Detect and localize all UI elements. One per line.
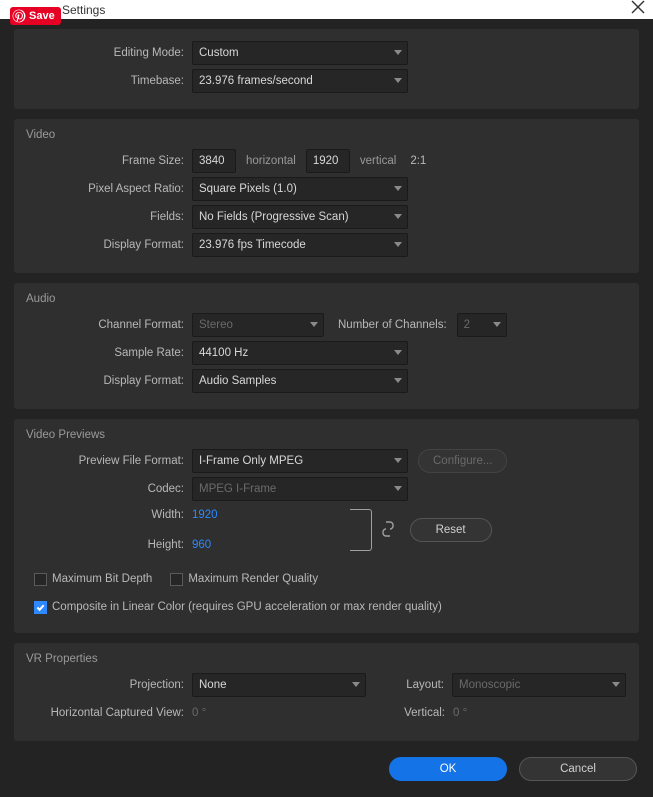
checkbox-icon	[170, 573, 183, 586]
pinterest-save-button[interactable]: Save	[10, 7, 61, 25]
max-render-quality-checkbox[interactable]: Maximum Render Quality	[170, 573, 318, 586]
frame-width-input[interactable]	[192, 149, 236, 173]
num-channels-label: Number of Channels:	[338, 319, 447, 331]
section-general: Editing Mode: Custom Timebase: 23.976 fr…	[14, 29, 639, 109]
settings-dialog: Save Settings Editing Mode: Custom Timeb…	[0, 0, 653, 732]
cancel-button[interactable]: Cancel	[519, 757, 637, 781]
chevron-down-icon	[394, 78, 402, 83]
preview-width-value[interactable]: 1920	[192, 509, 218, 521]
chevron-down-icon	[394, 378, 402, 383]
link-toggle[interactable]	[382, 521, 394, 540]
previews-heading: Video Previews	[14, 429, 639, 441]
editing-mode-label: Editing Mode:	[14, 47, 192, 59]
chevron-down-icon	[394, 214, 402, 219]
editing-mode-select[interactable]: Custom	[192, 41, 408, 65]
chevron-down-icon	[394, 458, 402, 463]
save-label: Save	[29, 10, 55, 22]
chevron-down-icon	[394, 486, 402, 491]
codec-select: MPEG I-Frame	[192, 477, 408, 501]
frame-height-input[interactable]	[306, 149, 350, 173]
chevron-down-icon	[394, 186, 402, 191]
preview-height-label: Height:	[14, 539, 192, 551]
pinterest-icon	[12, 9, 26, 23]
section-audio: Audio Channel Format: Stereo Number of C…	[14, 283, 639, 409]
configure-button: Configure...	[418, 449, 507, 473]
checkbox-checked-icon	[34, 601, 47, 614]
section-video: Video Frame Size: horizontal vertical 2:…	[14, 119, 639, 273]
vr-vertical-value: 0 °	[453, 707, 627, 719]
chevron-down-icon	[352, 682, 360, 687]
composite-linear-checkbox[interactable]: Composite in Linear Color (requires GPU …	[34, 601, 442, 614]
hcv-value: 0 °	[192, 707, 206, 719]
chain-icon	[382, 521, 394, 537]
frame-size-label: Frame Size:	[14, 155, 192, 167]
pff-label: Preview File Format:	[14, 455, 192, 467]
timebase-label: Timebase:	[14, 75, 192, 87]
num-channels-select: 2	[457, 313, 507, 337]
audio-display-format-label: Display Format:	[14, 375, 192, 387]
checkbox-icon	[34, 573, 47, 586]
ok-button[interactable]: OK	[389, 757, 507, 781]
audio-heading: Audio	[14, 293, 639, 305]
chevron-down-icon	[612, 682, 620, 687]
chevron-down-icon	[394, 50, 402, 55]
par-select[interactable]: Square Pixels (1.0)	[192, 177, 408, 201]
fields-select[interactable]: No Fields (Progressive Scan)	[192, 205, 408, 229]
preview-height-value[interactable]: 960	[192, 539, 211, 551]
sample-rate-label: Sample Rate:	[14, 347, 192, 359]
titlebar: Save Settings	[0, 0, 653, 19]
vertical-label: vertical	[360, 155, 396, 167]
projection-label: Projection:	[14, 679, 192, 691]
audio-display-format-select[interactable]: Audio Samples	[192, 369, 408, 393]
video-display-format-select[interactable]: 23.976 fps Timecode	[192, 233, 408, 257]
section-vr: VR Properties Projection: None Layout: M…	[14, 643, 639, 741]
channel-format-select: Stereo	[192, 313, 324, 337]
dialog-footer: OK Cancel	[14, 751, 639, 783]
section-video-previews: Video Previews Preview File Format: I-Fr…	[14, 419, 639, 633]
horizontal-label: horizontal	[246, 155, 296, 167]
chevron-down-icon	[493, 322, 501, 327]
sample-rate-select[interactable]: 44100 Hz	[192, 341, 408, 365]
close-icon	[631, 0, 645, 14]
channel-format-label: Channel Format:	[14, 319, 192, 331]
preview-width-label: Width:	[14, 509, 192, 521]
aspect-ratio: 2:1	[410, 155, 426, 167]
video-heading: Video	[14, 129, 639, 141]
timebase-select[interactable]: 23.976 frames/second	[192, 69, 408, 93]
layout-label: Layout:	[402, 679, 452, 691]
chevron-down-icon	[394, 350, 402, 355]
dialog-title: Settings	[62, 3, 105, 17]
link-bracket-icon	[350, 509, 372, 551]
layout-select: Monoscopic	[452, 673, 626, 697]
chevron-down-icon	[310, 322, 318, 327]
par-label: Pixel Aspect Ratio:	[14, 183, 192, 195]
vr-heading: VR Properties	[14, 653, 639, 665]
video-display-format-label: Display Format:	[14, 239, 192, 251]
codec-label: Codec:	[14, 483, 192, 495]
chevron-down-icon	[394, 242, 402, 247]
pff-select[interactable]: I-Frame Only MPEG	[192, 449, 408, 473]
close-button[interactable]	[631, 0, 645, 19]
hcv-label: Horizontal Captured View:	[14, 707, 192, 719]
fields-label: Fields:	[14, 211, 192, 223]
reset-button[interactable]: Reset	[410, 518, 492, 542]
projection-select[interactable]: None	[192, 673, 366, 697]
vr-vertical-label: Vertical:	[395, 707, 453, 719]
max-bit-depth-checkbox[interactable]: Maximum Bit Depth	[34, 573, 152, 586]
